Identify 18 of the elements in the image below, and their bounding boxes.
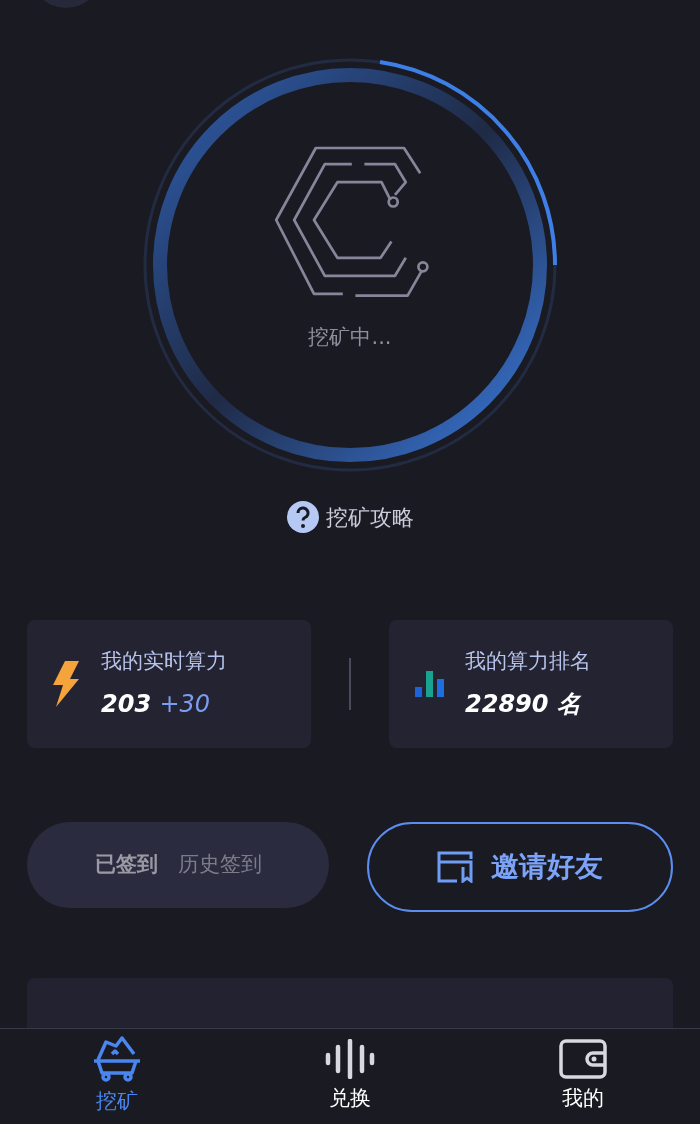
help-icon	[286, 500, 320, 534]
nav-tab[interactable]: 兑换	[233, 1029, 467, 1124]
nav-tab[interactable]: 挖矿	[0, 1029, 234, 1124]
sound-wave-icon	[325, 1038, 375, 1079]
stat-value: 203 +30	[101, 688, 212, 720]
stat-label: 我的算力排名	[465, 648, 591, 676]
status-text: 挖矿中...	[308, 324, 392, 351]
invite-button[interactable]: 邀请好友	[367, 822, 673, 912]
guide-link[interactable]: 挖矿攻略	[286, 500, 414, 534]
stat-label: 我的实时算力	[101, 648, 227, 676]
lightning-icon	[53, 661, 81, 707]
stat-value: 22890 名	[465, 688, 582, 720]
nav-tab[interactable]: 我的	[466, 1029, 700, 1124]
signed-in-label: 已签到	[94, 851, 158, 879]
mine-cart-icon	[91, 1035, 142, 1082]
bar-chart-icon	[415, 671, 445, 697]
wallet-icon	[559, 1038, 608, 1079]
card-icon	[437, 851, 473, 883]
